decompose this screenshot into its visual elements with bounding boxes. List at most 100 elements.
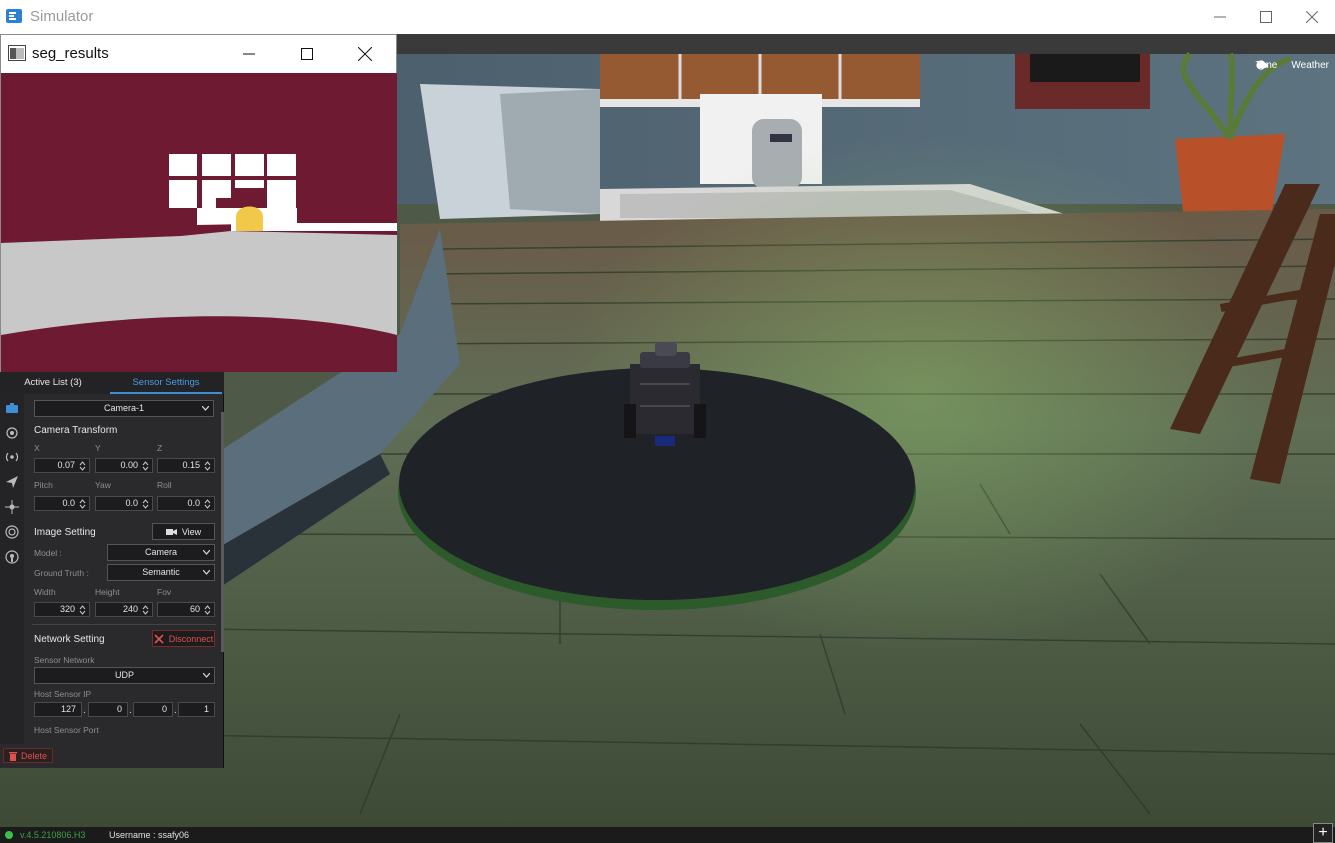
spinner-icon[interactable] — [79, 499, 86, 509]
chevron-down-icon — [202, 406, 209, 411]
segmentation-image — [1, 73, 397, 372]
sensor-network-select[interactable]: UDP — [34, 667, 215, 684]
fov-label: Fov — [157, 587, 172, 597]
status-bar: v.4.5.210806.H3 Username : ssafy06 + — [0, 823, 1335, 843]
model-label: Model : — [34, 548, 62, 558]
seg-maximize-button[interactable] — [284, 35, 330, 73]
weather-control[interactable]: Weather — [1256, 60, 1329, 71]
pitch-label: Pitch — [34, 480, 53, 490]
yaw-label: Yaw — [95, 480, 111, 490]
x-field[interactable]: 0.07 — [34, 458, 90, 473]
chevron-down-icon — [203, 570, 210, 575]
panel-tabs: Active List (3) Sensor Settings — [0, 372, 224, 394]
ground-truth-select-value: Semantic — [142, 567, 180, 577]
y-value: 0.00 — [120, 460, 138, 470]
minimize-button[interactable] — [1197, 0, 1243, 34]
spinner-icon[interactable] — [142, 605, 149, 615]
sensor-select[interactable]: Camera-1 — [34, 400, 214, 417]
spinner-icon[interactable] — [142, 499, 149, 509]
signal-icon[interactable] — [4, 549, 20, 565]
seg-minimize-button[interactable] — [226, 35, 272, 73]
sensor-panel: Active List (3) Sensor Settings Camera-1… — [0, 372, 224, 768]
sensor-network-label: Sensor Network — [34, 655, 95, 665]
view-button-label: View — [181, 526, 202, 537]
spinner-icon[interactable] — [79, 605, 86, 615]
spinner-icon[interactable] — [142, 461, 149, 471]
image-setting-heading: Image Setting — [34, 527, 96, 538]
host-ip-label: Host Sensor IP — [34, 689, 92, 699]
yaw-field[interactable]: 0.0 — [95, 496, 153, 511]
seg-results-title: seg_results — [32, 45, 109, 62]
host-port-label: Host Sensor Port — [34, 725, 99, 735]
host-ip-octet-2[interactable]: 0 — [88, 702, 128, 717]
ground-truth-select[interactable]: Semantic — [107, 564, 215, 581]
roll-label: Roll — [157, 480, 172, 490]
height-label: Height — [95, 587, 120, 597]
seg-results-titlebar[interactable]: seg_results — [1, 35, 396, 73]
close-button[interactable] — [1289, 0, 1335, 34]
view-button[interactable]: View — [152, 523, 215, 540]
ip-dot: . — [129, 705, 132, 716]
host-ip-octet-3[interactable]: 0 — [133, 702, 173, 717]
window-title: Simulator — [30, 8, 94, 25]
title-bar: Simulator — [0, 0, 1335, 34]
camera-transform-heading: Camera Transform — [34, 425, 118, 436]
disconnect-icon — [154, 633, 164, 644]
model-select-value: Camera — [144, 547, 177, 557]
camera-icon[interactable] — [4, 400, 20, 416]
pitch-field[interactable]: 0.0 — [34, 496, 90, 511]
maximize-button[interactable] — [1243, 0, 1289, 34]
radar-icon[interactable] — [4, 449, 20, 465]
section-divider — [32, 624, 216, 625]
simulator-window: Simulator Weather seg_results Active Lis… — [0, 0, 1335, 843]
disconnect-button[interactable]: Disconnect — [152, 630, 215, 647]
chevron-down-icon — [203, 550, 210, 555]
spinner-icon[interactable] — [204, 461, 211, 471]
spinner-icon[interactable] — [79, 461, 86, 471]
width-field[interactable]: 320 — [34, 602, 90, 617]
roll-field[interactable]: 0.0 — [157, 496, 215, 511]
lidar-icon[interactable] — [4, 424, 20, 440]
minimize-icon — [243, 53, 255, 55]
ground-truth-label: Ground Truth : — [34, 568, 89, 578]
y-field[interactable]: 0.00 — [95, 458, 153, 473]
spinner-icon[interactable] — [204, 499, 211, 509]
maximize-icon — [301, 48, 313, 60]
height-field[interactable]: 240 — [95, 602, 153, 617]
z-field[interactable]: 0.15 — [157, 458, 215, 473]
delete-button[interactable]: Delete — [3, 748, 54, 763]
close-icon — [358, 47, 372, 61]
host-ip-octet-4[interactable]: 1 — [178, 702, 215, 717]
tab-active-list[interactable]: Active List (3) — [0, 372, 106, 394]
chevron-down-icon — [203, 673, 210, 678]
environment-controls: Time Weather — [1256, 60, 1329, 71]
tab-sensor-settings[interactable]: Sensor Settings — [110, 372, 222, 394]
z-value: 0.15 — [182, 460, 200, 470]
version-label: v.4.5.210806.H3 — [20, 830, 86, 840]
connection-status-icon — [5, 831, 13, 839]
pitch-value: 0.0 — [62, 498, 75, 508]
add-button[interactable]: + — [1313, 823, 1333, 843]
height-value: 240 — [122, 604, 138, 614]
delete-button-label: Delete — [21, 750, 48, 761]
weather-label: Weather — [1291, 60, 1329, 71]
panel-scrollbar[interactable] — [221, 412, 224, 652]
width-value: 320 — [59, 604, 75, 614]
ip-dot: . — [83, 705, 86, 716]
sensor-select-value: Camera-1 — [103, 403, 144, 413]
imu-icon[interactable] — [4, 499, 20, 515]
ultrasonic-icon[interactable] — [4, 524, 20, 540]
spinner-icon[interactable] — [204, 605, 211, 615]
seg-results-window: seg_results — [0, 34, 397, 372]
seg-close-button[interactable] — [342, 35, 388, 73]
minimize-icon — [1214, 16, 1226, 18]
fov-field[interactable]: 60 — [157, 602, 215, 617]
roll-value: 0.0 — [187, 498, 200, 508]
maximize-icon — [1260, 11, 1272, 23]
width-label: Width — [34, 587, 56, 597]
fov-value: 60 — [189, 604, 200, 614]
gps-icon[interactable] — [4, 474, 20, 490]
model-select[interactable]: Camera — [107, 544, 215, 561]
sensor-type-sidebar — [0, 394, 24, 744]
host-ip-octet-1[interactable]: 127 — [34, 702, 82, 717]
